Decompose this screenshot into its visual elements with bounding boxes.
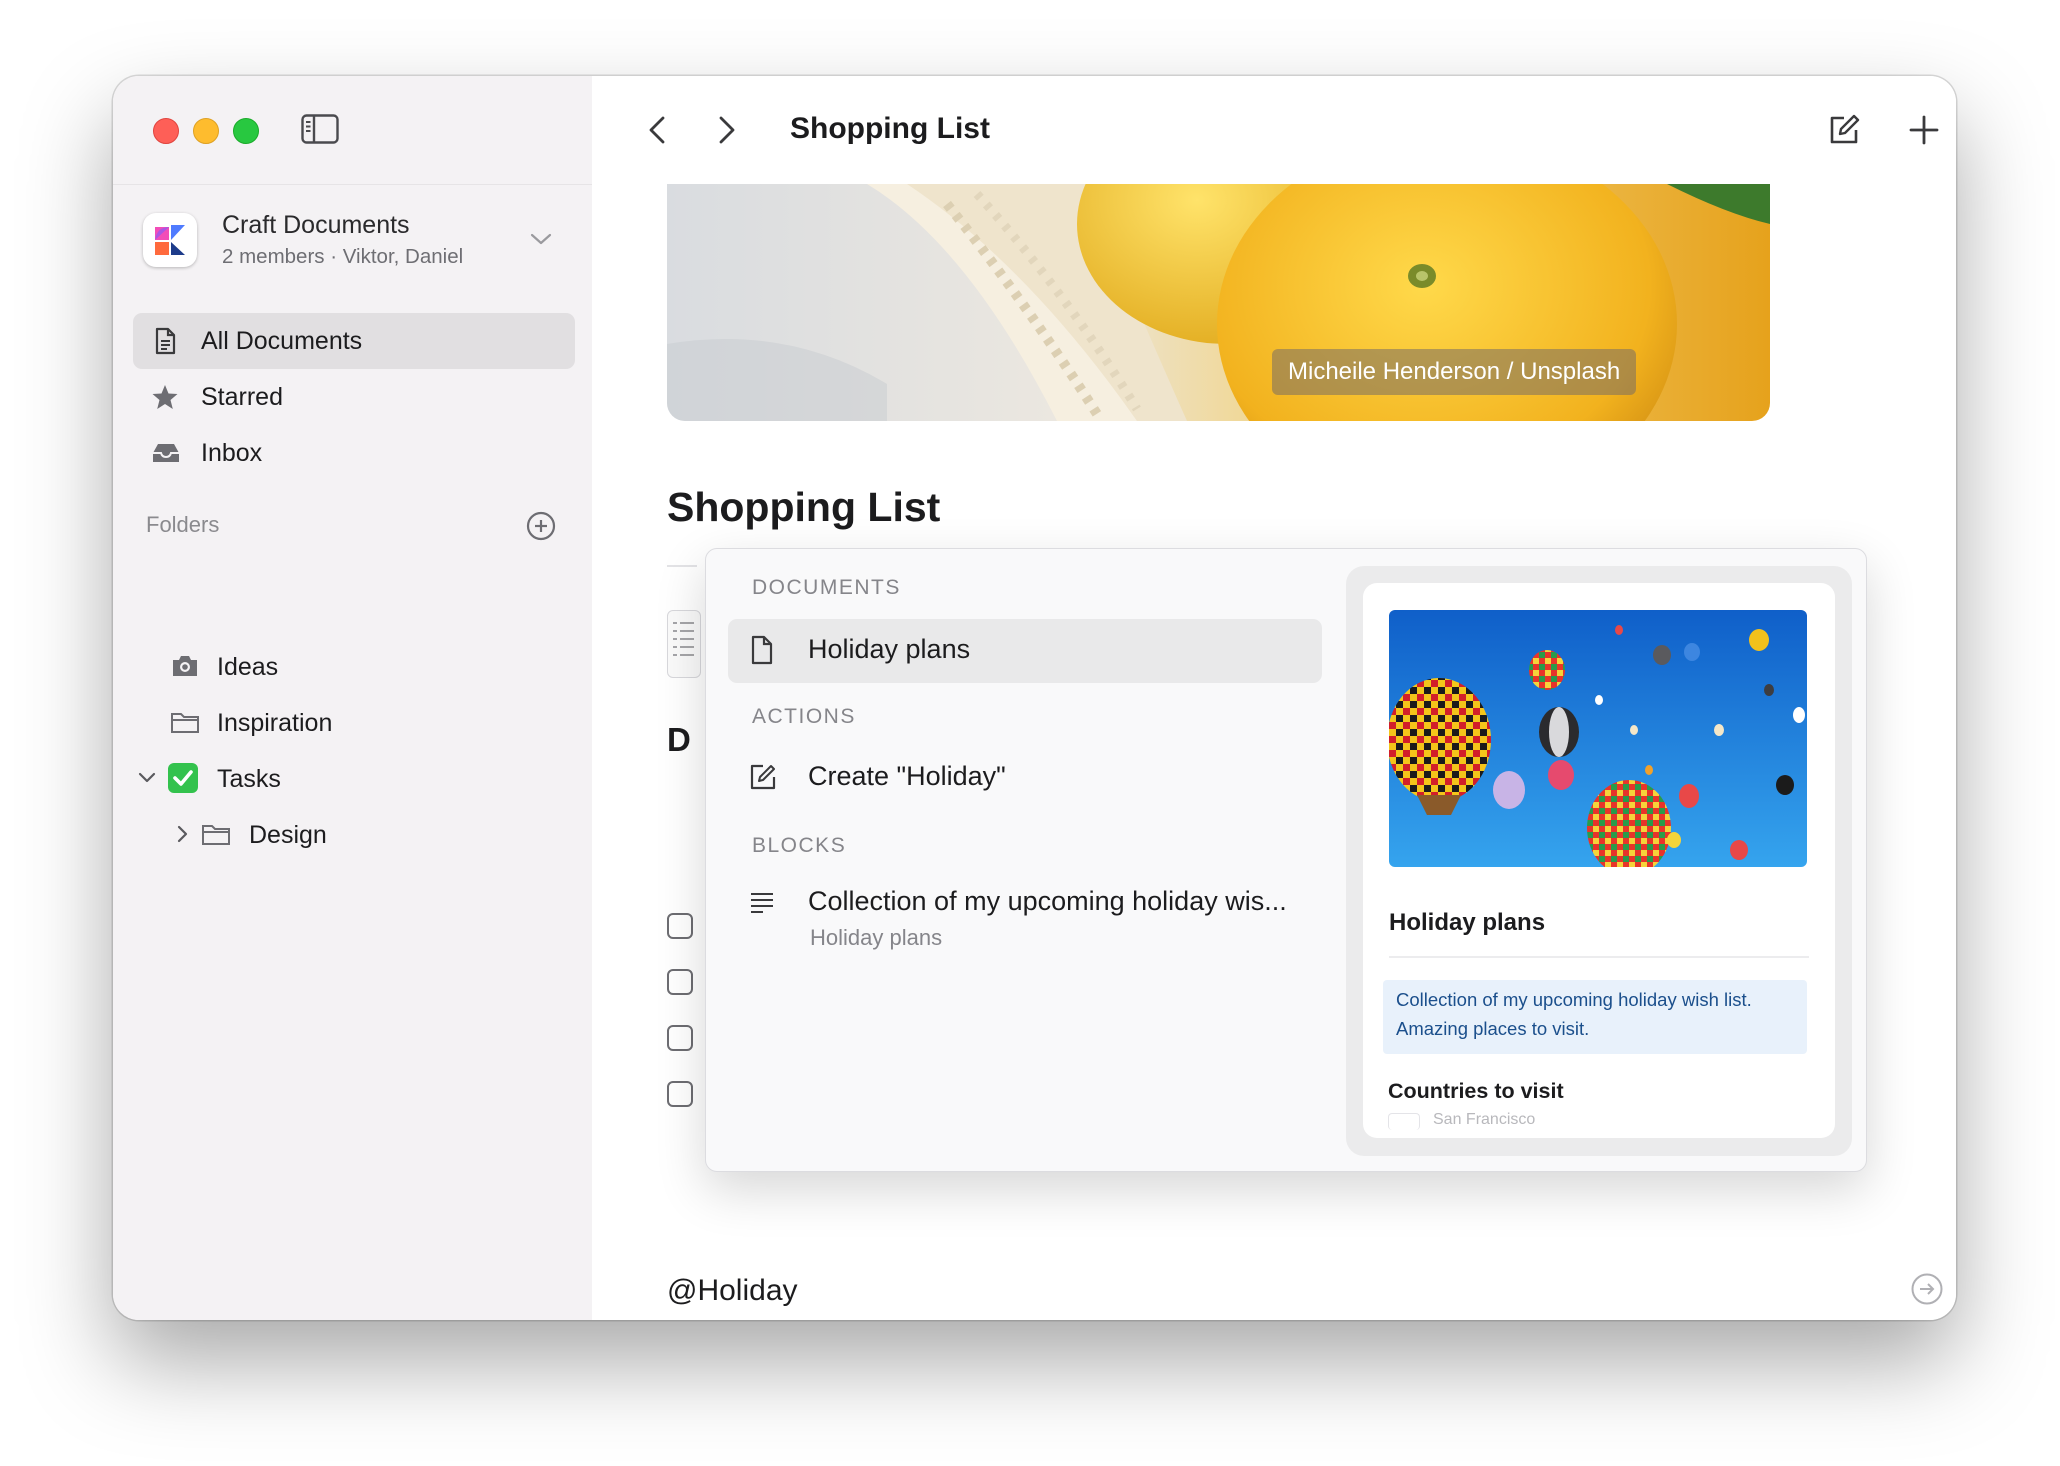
folder-icon: [201, 820, 231, 848]
sidebar-folder-inspiration[interactable]: Inspiration: [170, 698, 550, 748]
compose-icon[interactable]: [1826, 112, 1862, 148]
folder-label: Design: [249, 821, 327, 849]
star-icon: [151, 383, 179, 411]
sidebar-item-label: All Documents: [201, 327, 363, 355]
result-label: Collection of my upcoming holiday wis...: [808, 886, 1287, 916]
workspace-members: 2 members · Viktor, Daniel: [222, 245, 464, 268]
workspace-switcher[interactable]: Craft Documents 2 members · Viktor, Dani…: [143, 211, 563, 291]
preview-quote-line: Collection of my upcoming holiday wish l…: [1396, 989, 1752, 1010]
sidebar-toggle-icon[interactable]: [301, 114, 339, 144]
sidebar-item-label: Inbox: [201, 439, 263, 467]
compose-icon: [748, 762, 776, 792]
document-toolbar: Shopping List: [592, 76, 1956, 185]
preview-faded-item: San Francisco: [1433, 1111, 1536, 1128]
sidebar-folder-design[interactable]: Design: [173, 810, 553, 860]
preview-checkbox: [1388, 1113, 1420, 1130]
folder-label: Inspiration: [217, 709, 333, 737]
folder-label: Tasks: [217, 765, 281, 793]
cover-credit[interactable]: Micheile Henderson / Unsplash: [1272, 349, 1637, 395]
sidebar-folder-tasks[interactable]: Tasks: [137, 754, 557, 804]
minimize-window-button[interactable]: [193, 118, 219, 144]
result-document-holiday-plans[interactable]: Holiday plans: [728, 619, 1322, 683]
arrow-right-circle-icon[interactable]: [1910, 1272, 1944, 1306]
todo-checkbox[interactable]: [667, 1025, 693, 1051]
text-block-icon: [748, 887, 776, 917]
workspace-logo-icon: [143, 213, 197, 267]
preview-title: Holiday plans: [1389, 909, 1546, 936]
document-preview-panel: Holiday plans Collection of my upcoming …: [1346, 566, 1852, 1156]
section-heading-actions: ACTIONS: [752, 705, 856, 728]
mention-search-popup: DOCUMENTS Holiday plans ACTIONS Create "…: [705, 548, 1867, 1172]
sidebar-item-label: Starred: [201, 383, 283, 411]
chevron-right-icon[interactable]: [173, 824, 193, 844]
page-heading[interactable]: Shopping List: [667, 484, 940, 531]
back-chevron-icon[interactable]: [640, 112, 676, 148]
chevron-down-icon[interactable]: [529, 229, 553, 249]
result-label: Holiday plans: [808, 634, 971, 664]
document-icon: [748, 635, 776, 665]
sidebar-item-inbox[interactable]: Inbox: [133, 425, 575, 481]
chevron-down-icon[interactable]: [137, 768, 157, 788]
divider: [1389, 956, 1809, 958]
inbox-icon: [151, 439, 179, 467]
section-heading-documents: DOCUMENTS: [752, 576, 901, 599]
sidebar: Craft Documents 2 members · Viktor, Dani…: [113, 76, 593, 1320]
result-sublabel: Holiday plans: [810, 925, 943, 950]
divider: [667, 565, 697, 567]
preview-highlight-block: Collection of my upcoming holiday wish l…: [1383, 980, 1807, 1054]
preview-subheading: Countries to visit: [1388, 1079, 1564, 1103]
add-folder-icon[interactable]: [526, 511, 556, 541]
sidebar-item-all-documents[interactable]: All Documents: [133, 313, 575, 369]
folder-label: Ideas: [217, 653, 279, 681]
check-emoji-icon: [167, 762, 199, 794]
camera-icon: [170, 652, 200, 680]
todo-checkbox[interactable]: [667, 969, 693, 995]
section-heading-blocks: BLOCKS: [752, 834, 847, 857]
folder-icon: [170, 708, 200, 736]
preview-cover-image: [1389, 610, 1807, 867]
section-heading[interactable]: D: [667, 721, 691, 759]
sidebar-folder-ideas[interactable]: Ideas: [170, 642, 550, 692]
cover-image[interactable]: Micheile Henderson / Unsplash: [667, 184, 1770, 421]
todo-checkbox[interactable]: [667, 913, 693, 939]
mention-input[interactable]: @Holiday: [667, 1274, 798, 1308]
zoom-window-button[interactable]: [233, 118, 259, 144]
plus-icon[interactable]: [1906, 112, 1942, 148]
document-icon: [151, 327, 179, 355]
preview-quote-line: Amazing places to visit.: [1396, 1018, 1590, 1039]
forward-chevron-icon[interactable]: [708, 112, 744, 148]
result-label: Create "Holiday": [808, 761, 1006, 791]
folders-heading: Folders: [146, 512, 220, 537]
close-window-button[interactable]: [153, 118, 179, 144]
workspace-name: Craft Documents: [222, 211, 410, 239]
result-action-create[interactable]: Create "Holiday": [728, 746, 1322, 810]
page-block-icon[interactable]: [667, 610, 701, 678]
sidebar-titlebar: [113, 76, 592, 185]
sidebar-item-starred[interactable]: Starred: [133, 369, 575, 425]
document-title: Shopping List: [790, 112, 990, 145]
todo-checkbox[interactable]: [667, 1081, 693, 1107]
app-window: Craft Documents 2 members · Viktor, Dani…: [113, 76, 1956, 1320]
result-block-collection[interactable]: Collection of my upcoming holiday wis...…: [728, 871, 1322, 963]
document-preview[interactable]: Holiday plans Collection of my upcoming …: [1363, 583, 1835, 1138]
